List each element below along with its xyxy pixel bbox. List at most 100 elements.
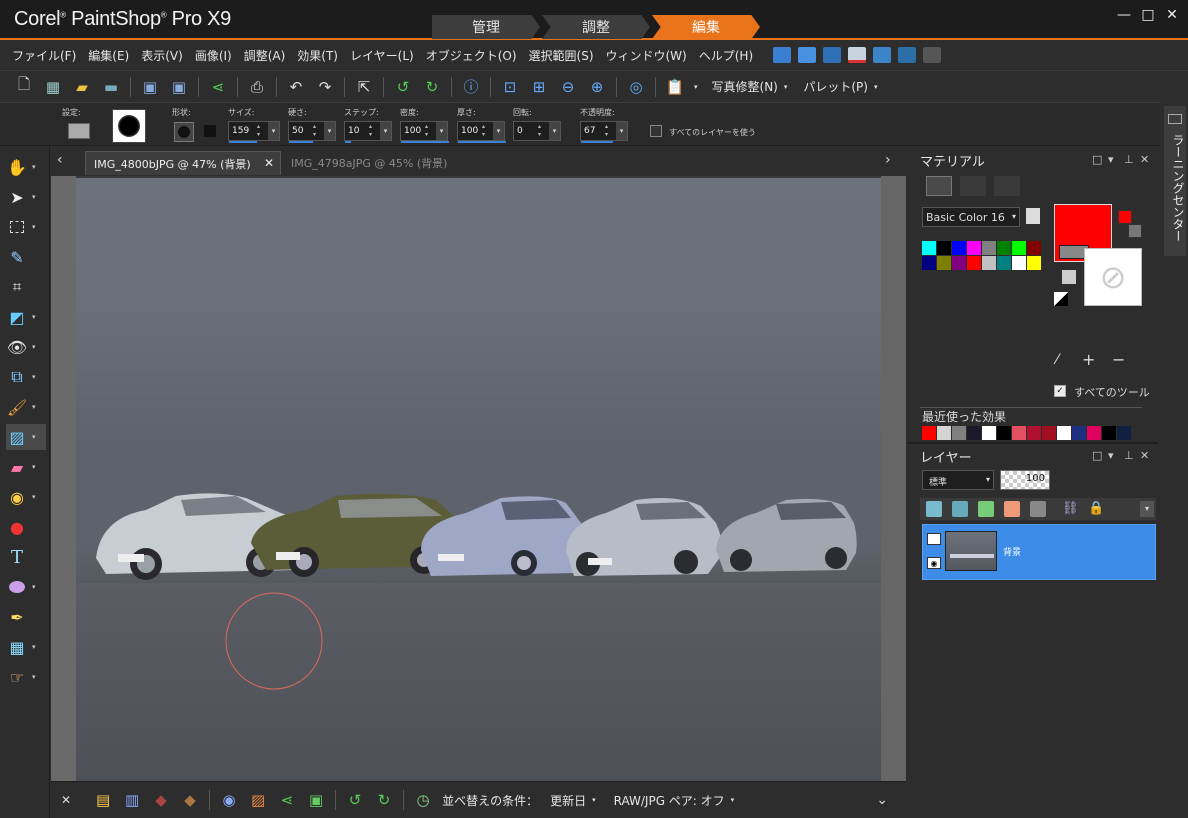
pen-tool[interactable]: ✒ [6, 604, 46, 630]
document-tab-inactive[interactable]: IMG_4798aJPG @ 45% (背景) [283, 151, 453, 175]
round-shape-button[interactable] [174, 122, 194, 142]
image-icon[interactable] [773, 47, 792, 63]
background-color-swatch[interactable]: ⊘ [1084, 248, 1142, 306]
panel-restore-icon[interactable]: □ [1092, 449, 1102, 462]
link-icon[interactable]: ⛓ [1062, 501, 1079, 517]
eraser-tool[interactable]: ▰ ▾ [6, 454, 46, 480]
raw-pair-select[interactable]: RAW/JPG ペア: オフ [614, 792, 725, 809]
palette-icon[interactable] [1026, 208, 1040, 224]
all-tools-checkbox[interactable]: ✓ [1054, 385, 1066, 397]
palette-swatch[interactable] [937, 241, 951, 255]
layer-style-icon[interactable] [1004, 501, 1020, 517]
close-tab-icon[interactable]: ✕ [264, 156, 274, 170]
rotate-right-icon[interactable]: ↷ [315, 77, 335, 97]
layers-menu-icon[interactable]: ▾ [1140, 501, 1154, 517]
menu-adjust[interactable]: 調整(A) [244, 47, 286, 64]
menu-file[interactable]: ファイル(F) [12, 47, 76, 64]
menu-effects[interactable]: 効果(T) [297, 47, 338, 64]
script-icon[interactable] [923, 47, 942, 63]
density-input[interactable]: 100 ▴ ▾ ▾ [400, 121, 449, 143]
histogram-icon[interactable] [848, 47, 867, 63]
info-icon[interactable]: ⓘ [461, 77, 481, 97]
new-file-icon[interactable]: 🗋 [14, 75, 34, 97]
canvas-area[interactable] [51, 176, 906, 781]
layers-icon[interactable] [798, 47, 817, 63]
panel-pin-icon[interactable]: ⊥ [1124, 153, 1134, 166]
color-changer-tool[interactable]: ● [6, 514, 46, 540]
red-eye-tool[interactable]: 👁 ▾ [6, 334, 46, 360]
swatches-tab[interactable] [926, 176, 952, 196]
menu-image[interactable]: 画像(I) [195, 47, 232, 64]
tag-remove-icon[interactable]: ◆ [180, 790, 200, 810]
tag-icon[interactable]: ◆ [151, 790, 171, 810]
shape-tool[interactable]: ▾ [6, 574, 46, 600]
clone-tool[interactable]: ⧉ ▾ [6, 364, 46, 390]
panel-close-icon[interactable]: ✕ [1140, 153, 1149, 166]
rotation-input[interactable]: 0 ▴ ▾ ▾ [513, 121, 561, 141]
palette-swatch[interactable] [952, 256, 966, 270]
view-icon[interactable]: ▥ [122, 790, 142, 810]
rotate-ccw-icon[interactable]: ↺ [345, 790, 365, 810]
palette-select[interactable]: Basic Color 16 ▾ [922, 207, 1020, 227]
palette-swatch[interactable] [997, 241, 1011, 255]
layer-row-background[interactable]: ◉ 背景 [922, 524, 1156, 580]
background-small-swatch[interactable] [1128, 224, 1142, 238]
thickness-input[interactable]: 100 ▴ ▾ ▾ [457, 121, 506, 143]
menu-window[interactable]: ウィンドウ(W) [606, 47, 687, 64]
paste-icon[interactable]: 📋 [665, 77, 685, 97]
print-icon[interactable]: ⎙ [247, 77, 267, 97]
tab-scroll-right-icon[interactable]: › [885, 152, 891, 168]
fill-tool[interactable]: ◉ ▾ [6, 484, 46, 510]
zoom-in-icon[interactable]: ⊕ [587, 77, 607, 97]
warp-tool[interactable]: ▦ ▾ [6, 634, 46, 660]
fit-window-icon[interactable]: ⊞ [529, 77, 549, 97]
pan-tool[interactable]: ✋ ▾ [6, 154, 46, 180]
expand-organizer-icon[interactable]: ⌄ [876, 792, 888, 808]
batch-icon[interactable]: ▨ [248, 790, 268, 810]
sort-select[interactable]: 更新日 [550, 792, 586, 809]
menu-edit[interactable]: 編集(E) [88, 47, 129, 64]
preset-picker[interactable] [68, 123, 90, 139]
color-picker-tab[interactable] [994, 176, 1020, 196]
text-tool[interactable]: T [6, 544, 46, 570]
palette-swatch[interactable] [967, 241, 981, 255]
save-as-icon[interactable]: ▣ [169, 77, 189, 97]
recent-color-swatch[interactable] [1072, 426, 1086, 440]
use-all-layers-checkbox[interactable] [650, 125, 662, 137]
recent-color-swatch[interactable] [1087, 426, 1101, 440]
open-folder-icon[interactable]: ▰ [72, 77, 92, 97]
recent-color-swatch[interactable] [1042, 426, 1056, 440]
actual-size-icon[interactable]: ⊡ [500, 77, 520, 97]
overview-icon[interactable] [873, 47, 892, 63]
panel-menu-icon[interactable]: ▾ [1108, 153, 1114, 166]
learning-icon[interactable] [898, 47, 917, 63]
photo-canvas[interactable] [76, 178, 881, 781]
learning-center-tab[interactable]: ラーニングセンター [1164, 106, 1186, 256]
share-icon[interactable]: ⋖ [208, 77, 228, 97]
menu-selections[interactable]: 選択範囲(S) [529, 47, 594, 64]
foreground-small-swatch[interactable] [1118, 210, 1132, 224]
rotate-left-icon[interactable]: ↶ [286, 77, 306, 97]
brush-tip-preview[interactable] [112, 109, 146, 143]
rotate-cw-icon[interactable]: ↻ [374, 790, 394, 810]
palette-swatch[interactable] [982, 241, 996, 255]
paint-brush-tool[interactable]: 🖌 ▾ [6, 394, 46, 420]
color-palette-grid[interactable] [922, 241, 1042, 271]
menu-view[interactable]: 表示(V) [141, 47, 183, 64]
square-shape-button[interactable] [204, 125, 216, 137]
blend-mode-select[interactable]: 標準 ▾ [922, 470, 994, 490]
minimize-button[interactable]: — [1114, 6, 1134, 24]
panel-pin-icon[interactable]: ⊥ [1124, 449, 1134, 462]
recent-color-swatch[interactable] [1027, 426, 1041, 440]
recent-color-swatch[interactable] [982, 426, 996, 440]
recent-color-swatch[interactable] [937, 426, 951, 440]
new-layer-icon[interactable] [926, 501, 942, 517]
hardness-input[interactable]: 50 ▴ ▾ ▾ [288, 121, 336, 143]
recent-color-swatch[interactable] [1057, 426, 1071, 440]
menu-objects[interactable]: オブジェクト(O) [426, 47, 517, 64]
opacity-input[interactable]: 67 ▴ ▾ ▾ [580, 121, 628, 143]
palette-menu[interactable]: パレット(P) [803, 78, 868, 95]
people-icon[interactable]: ◉ [219, 790, 239, 810]
gradient-tab[interactable] [960, 176, 986, 196]
panel-restore-icon[interactable]: □ [1092, 153, 1102, 166]
